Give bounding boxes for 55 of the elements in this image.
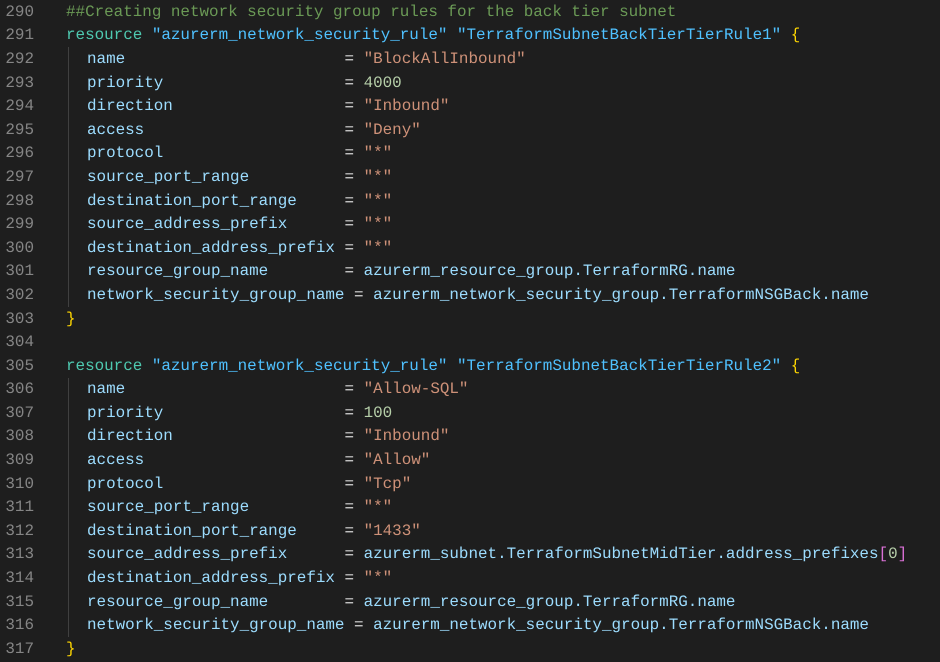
line-number: 310	[4, 474, 34, 493]
code-line: source_port_range = "*"	[87, 168, 392, 186]
line-number: 312	[4, 522, 34, 540]
code-line: resource_group_name = azurerm_resource_group.TerraformRG.name	[87, 262, 736, 280]
code-line: resource_group_name = azurerm_resource_group.TerraformRG.name	[87, 592, 736, 611]
line-number: 304	[4, 333, 34, 352]
line-number: 316	[4, 616, 34, 634]
code-line: direction = "Inbound"	[87, 427, 450, 446]
line-number: 302	[4, 286, 34, 304]
line-number: 315	[4, 592, 34, 611]
line-number: 301	[4, 262, 34, 280]
code-line: priority = 4000	[87, 74, 402, 92]
line-number: 308	[4, 427, 34, 446]
line-number: 307	[4, 404, 34, 422]
line-number: 297	[4, 168, 34, 186]
line-number: 298	[4, 192, 34, 210]
line-number: 292	[4, 50, 34, 68]
line-number: 294	[4, 97, 34, 116]
code-line: destination_address_prefix = "*"	[87, 569, 392, 588]
code-line: }	[66, 310, 76, 328]
code-line: ##Creating network security group rules for the back tier subnet	[66, 2, 676, 21]
line-number: 290	[4, 2, 34, 21]
line-number: 314	[4, 569, 34, 588]
line-number: 309	[4, 451, 34, 470]
code-line: protocol = "*"	[87, 144, 392, 162]
code-line: protocol = "Tcp"	[87, 474, 412, 493]
code-line: access = "Deny"	[87, 120, 421, 139]
code-line: network_security_group_name = azurerm_network_security_group.TerraformNSGBack.name	[87, 286, 869, 304]
code-line: source_port_range = "*"	[87, 498, 392, 516]
line-number: 291	[4, 26, 34, 44]
line-number: 305	[4, 356, 34, 375]
code-line: direction = "Inbound"	[87, 97, 450, 116]
code-line: resource "azurerm_network_security_rule" "TerraformSubnetBackTierTierRule2" {	[66, 356, 800, 375]
code-line: name = "Allow-SQL"	[87, 380, 468, 398]
line-number: 296	[4, 144, 34, 162]
code-line: destination_port_range = "1433"	[87, 522, 421, 540]
code-line: destination_address_prefix = "*"	[87, 238, 392, 257]
line-number: 300	[4, 238, 34, 257]
line-number: 306	[4, 380, 34, 398]
code-line: source_address_prefix = "*"	[87, 215, 392, 234]
code-line: destination_port_range = "*"	[87, 192, 392, 210]
line-number: 311	[4, 498, 34, 516]
code-line: name = "BlockAllInbound"	[87, 50, 526, 68]
code-line: }	[66, 640, 76, 658]
line-number: 293	[4, 74, 34, 92]
line-number: 299	[4, 215, 34, 234]
line-number: 295	[4, 120, 34, 139]
code-line: network_security_group_name = azurerm_network_security_group.TerraformNSGBack.name	[87, 616, 869, 634]
code-line: access = "Allow"	[87, 451, 430, 470]
code-line: priority = 100	[87, 404, 392, 422]
line-number: 313	[4, 545, 34, 564]
line-number: 303	[4, 310, 34, 328]
code-line: resource "azurerm_network_security_rule" "TerraformSubnetBackTierTierRule1" {	[66, 26, 800, 44]
code-line: source_address_prefix = azurerm_subnet.TerraformSubnetMidTier.address_prefixes[0]	[87, 545, 908, 564]
line-number: 317	[4, 640, 34, 658]
